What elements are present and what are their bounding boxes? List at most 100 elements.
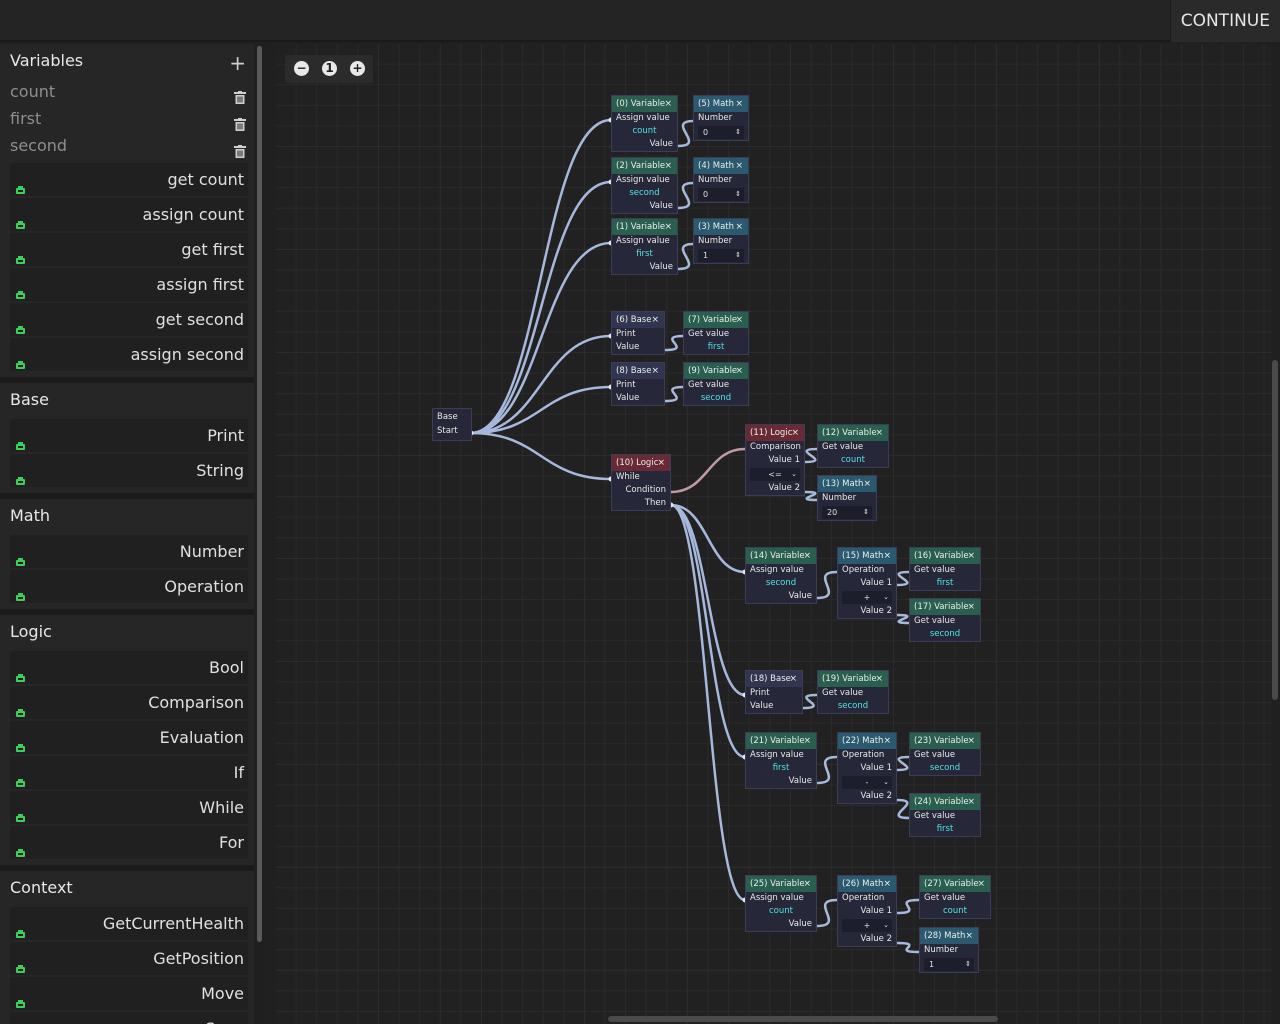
node-header[interactable]: (21) Variable ×: [746, 733, 816, 749]
close-icon[interactable]: ×: [967, 548, 975, 564]
close-icon[interactable]: ×: [651, 312, 659, 328]
close-icon[interactable]: ×: [803, 876, 811, 892]
close-icon[interactable]: ×: [875, 671, 883, 687]
number-input[interactable]: 1 ⇕: [698, 249, 744, 262]
stepper-icon[interactable]: ⇕: [965, 958, 971, 971]
node-header[interactable]: (10) Logic ×: [612, 455, 670, 471]
number-input[interactable]: 0 ⇕: [698, 188, 744, 201]
node-header[interactable]: (9) Variable ×: [684, 363, 748, 379]
close-icon[interactable]: ×: [791, 425, 799, 441]
graph-node[interactable]: (6) Base × Print Value: [611, 311, 665, 355]
stepper-icon[interactable]: ⇕: [863, 506, 869, 519]
graph-node[interactable]: (18) Base × Print Value: [745, 670, 803, 714]
canvas-horizontal-scrollbar[interactable]: [608, 1016, 998, 1022]
close-icon[interactable]: ×: [883, 733, 891, 749]
node-header[interactable]: (15) Math ×: [838, 548, 896, 564]
graph-node[interactable]: (24) Variable × Get value first: [909, 793, 981, 837]
close-icon[interactable]: ×: [803, 733, 811, 749]
close-icon[interactable]: ×: [735, 158, 743, 174]
graph-node[interactable]: (28) Math × Number 1 ⇕: [919, 927, 979, 973]
graph-node[interactable]: (8) Base × Print Value: [611, 362, 665, 406]
graph-node[interactable]: (16) Variable × Get value first: [909, 547, 981, 591]
close-icon[interactable]: ×: [735, 96, 743, 112]
node-header[interactable]: (28) Math ×: [920, 928, 978, 944]
node-header[interactable]: (6) Base ×: [612, 312, 664, 328]
close-icon[interactable]: ×: [967, 599, 975, 615]
node-header[interactable]: (11) Logic ×: [746, 425, 804, 441]
node-header[interactable]: (14) Variable ×: [746, 548, 816, 564]
close-icon[interactable]: ×: [967, 733, 975, 749]
graph-node[interactable]: (7) Variable × Get value first: [683, 311, 749, 355]
operator-select[interactable]: <= ⌄: [750, 468, 800, 481]
graph-node[interactable]: (22) Math × Operation Value 1- ⌄ Value 2: [837, 732, 897, 804]
node-header[interactable]: (16) Variable ×: [910, 548, 980, 564]
node-header[interactable]: (3) Math ×: [694, 219, 748, 235]
graph-node[interactable]: (17) Variable × Get value second: [909, 598, 981, 642]
close-icon[interactable]: ×: [735, 219, 743, 235]
graph-node[interactable]: (9) Variable × Get value second: [683, 362, 749, 406]
operator-select[interactable]: + ⌄: [842, 919, 892, 932]
node-header[interactable]: (2) Variable ×: [612, 158, 677, 174]
node-header[interactable]: (1) Variable ×: [612, 219, 677, 235]
close-icon[interactable]: ×: [967, 794, 975, 810]
node-header[interactable]: (22) Math ×: [838, 733, 896, 749]
graph-node[interactable]: (19) Variable × Get value second: [817, 670, 889, 714]
close-icon[interactable]: ×: [664, 219, 672, 235]
node-header[interactable]: (25) Variable ×: [746, 876, 816, 892]
graph-node[interactable]: (2) Variable × Assign value second Value: [611, 157, 678, 214]
graph-node[interactable]: (4) Math × Number 0 ⇕: [693, 157, 749, 203]
close-icon[interactable]: ×: [735, 312, 743, 328]
node-header[interactable]: (19) Variable ×: [818, 671, 888, 687]
close-icon[interactable]: ×: [664, 96, 672, 112]
close-icon[interactable]: ×: [803, 548, 811, 564]
close-icon[interactable]: ×: [651, 363, 659, 379]
node-header[interactable]: (12) Variable ×: [818, 425, 888, 441]
close-icon[interactable]: ×: [789, 671, 797, 687]
graph-node[interactable]: (1) Variable × Assign value first Value: [611, 218, 678, 275]
graph-node[interactable]: (13) Math × Number 20 ⇕: [817, 475, 877, 521]
stepper-icon[interactable]: ⇕: [735, 188, 741, 201]
graph-node[interactable]: (12) Variable × Get value count: [817, 424, 889, 468]
close-icon[interactable]: ×: [863, 476, 871, 492]
close-icon[interactable]: ×: [977, 876, 985, 892]
node-header[interactable]: (26) Math ×: [838, 876, 896, 892]
graph-node[interactable]: (3) Math × Number 1 ⇕: [693, 218, 749, 264]
node-header[interactable]: (17) Variable ×: [910, 599, 980, 615]
graph-node[interactable]: (25) Variable × Assign value count Value: [745, 875, 817, 932]
node-header[interactable]: (13) Math ×: [818, 476, 876, 492]
close-icon[interactable]: ×: [664, 158, 672, 174]
graph-node[interactable]: (10) Logic × While Condition Then: [611, 454, 671, 511]
graph-node[interactable]: (27) Variable × Get value count: [919, 875, 991, 919]
node-header[interactable]: (5) Math ×: [694, 96, 748, 112]
operator-select[interactable]: - ⌄: [842, 776, 892, 789]
graph-node[interactable]: (0) Variable × Assign value count Value: [611, 95, 678, 152]
graph-node[interactable]: (5) Math × Number 0 ⇕: [693, 95, 749, 141]
close-icon[interactable]: ×: [965, 928, 973, 944]
stepper-icon[interactable]: ⇕: [735, 249, 741, 262]
graph-node[interactable]: (15) Math × Operation Value 1 + ⌄ Value 2: [837, 547, 897, 619]
node-header[interactable]: (27) Variable ×: [920, 876, 990, 892]
node-header[interactable]: (8) Base ×: [612, 363, 664, 379]
canvas-vertical-scrollbar[interactable]: [1272, 360, 1278, 700]
close-icon[interactable]: ×: [657, 455, 665, 471]
operator-select[interactable]: + ⌄: [842, 591, 892, 604]
close-icon[interactable]: ×: [883, 876, 891, 892]
node-header[interactable]: (18) Base ×: [746, 671, 802, 687]
node-header[interactable]: (24) Variable ×: [910, 794, 980, 810]
number-input[interactable]: 0 ⇕: [698, 126, 744, 139]
number-input[interactable]: 1 ⇕: [924, 958, 974, 971]
node-header[interactable]: (4) Math ×: [694, 158, 748, 174]
graph-node[interactable]: (14) Variable × Assign value second Value: [745, 547, 817, 604]
stepper-icon[interactable]: ⇕: [735, 126, 741, 139]
graph-node[interactable]: (23) Variable × Get value second: [909, 732, 981, 776]
graph-node[interactable]: (11) Logic × Comparison Value 1 <= ⌄ Value 2: [745, 424, 805, 496]
close-icon[interactable]: ×: [875, 425, 883, 441]
node-header[interactable]: (7) Variable ×: [684, 312, 748, 328]
graph-node[interactable]: (21) Variable × Assign value first Value: [745, 732, 817, 789]
close-icon[interactable]: ×: [735, 363, 743, 379]
node-header[interactable]: (0) Variable ×: [612, 96, 677, 112]
node-header[interactable]: (23) Variable ×: [910, 733, 980, 749]
graph-node[interactable]: (26) Math × Operation Value 1 + ⌄ Value 2: [837, 875, 897, 947]
number-input[interactable]: 20 ⇕: [822, 506, 872, 519]
close-icon[interactable]: ×: [883, 548, 891, 564]
